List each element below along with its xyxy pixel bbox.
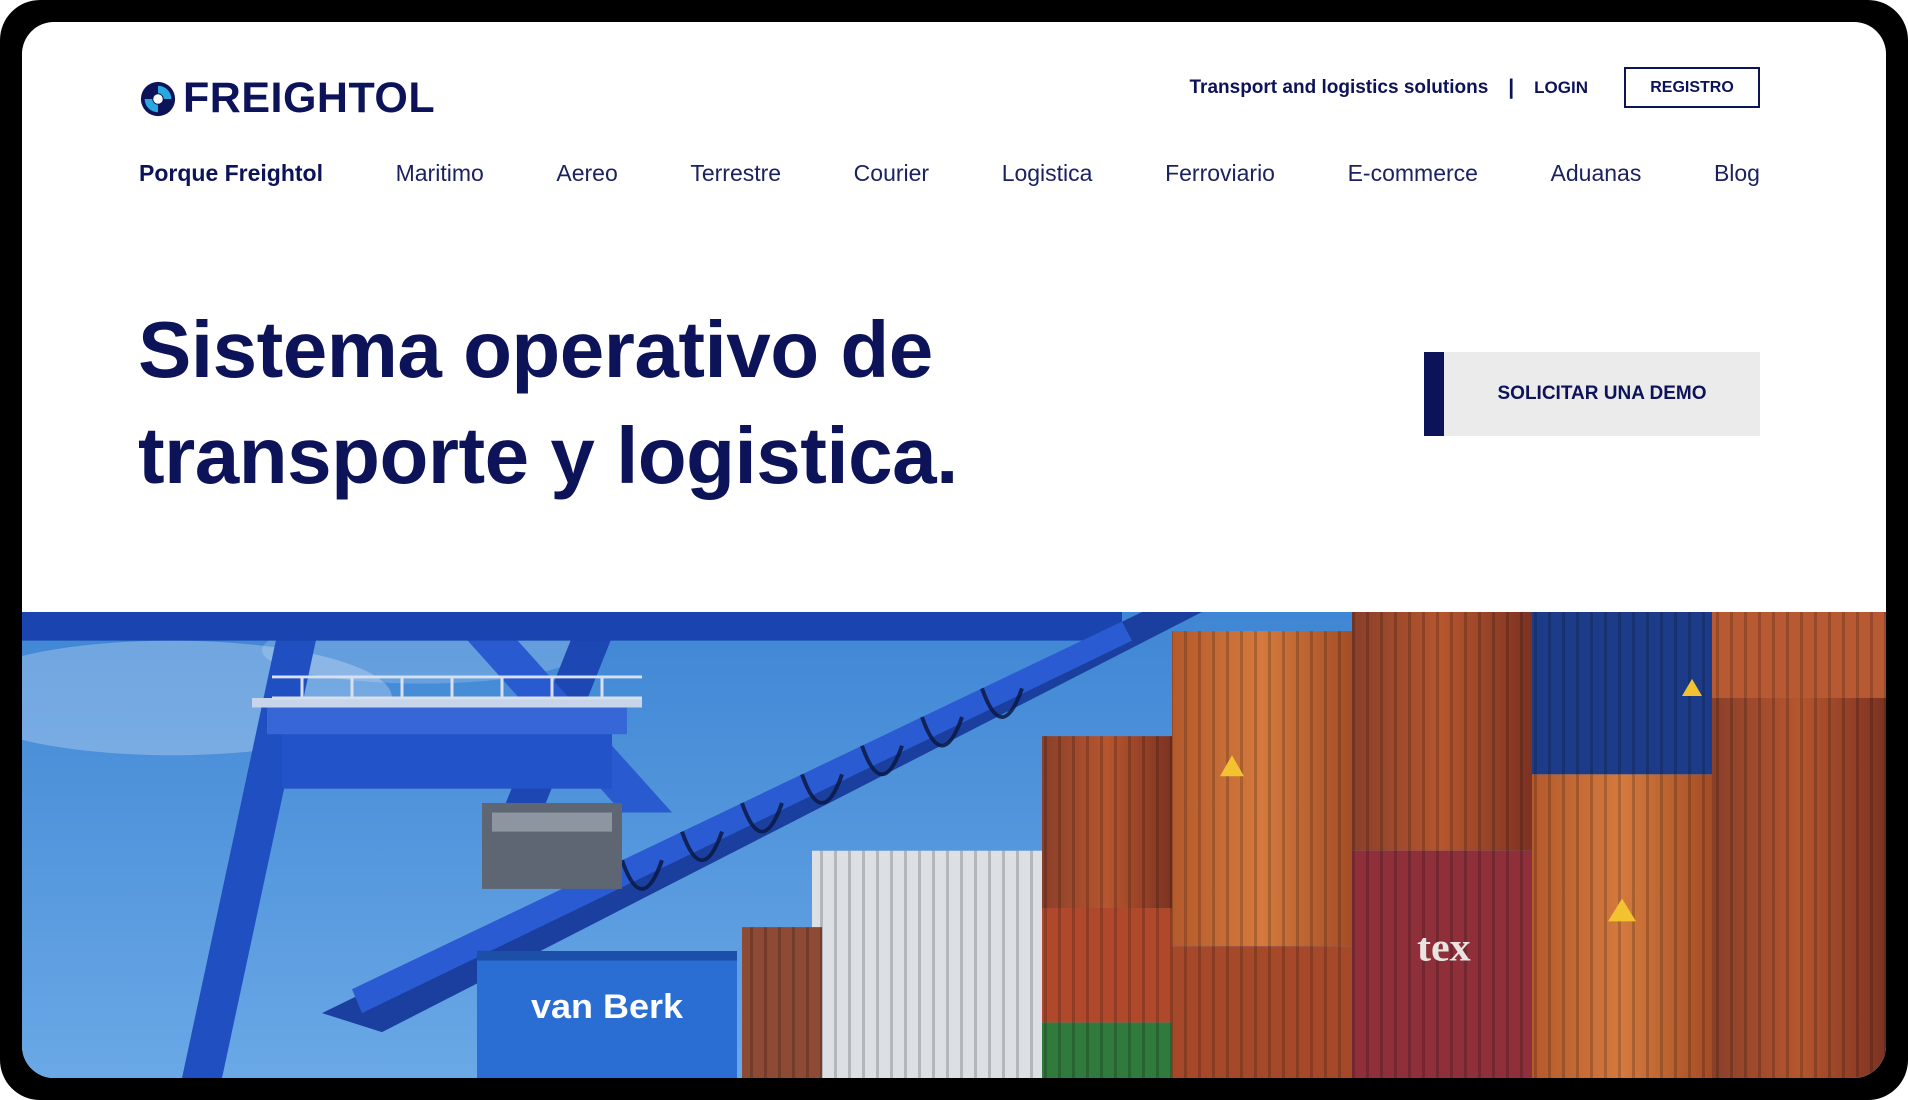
main-nav: Porque Freightol Maritimo Aereo Terrestr… [139,160,1760,187]
container-label-text: tex [1417,924,1471,969]
crane-sign-text: van Berk [531,988,683,1026]
hero-photo-illustration: van Berk tex [22,612,1886,1078]
nav-item-aduanas[interactable]: Aduanas [1551,160,1642,187]
nav-item-maritimo[interactable]: Maritimo [396,160,484,187]
brand-logo[interactable]: FREIGHTOL [139,74,435,123]
nav-item-ferroviario[interactable]: Ferroviario [1165,160,1275,187]
nav-item-aereo[interactable]: Aereo [556,160,617,187]
request-demo-button[interactable]: SOLICITAR UNA DEMO [1424,352,1760,436]
hero-title-line-1: Sistema operativo de [138,305,933,394]
separator: | [1508,75,1515,99]
nav-item-logistica[interactable]: Logistica [1002,160,1093,187]
hero-title: Sistema operativo de transporte y logist… [138,297,958,509]
port-container-crane-photo: van Berk tex [22,612,1886,1078]
nav-item-courier[interactable]: Courier [854,160,929,187]
freightol-swirl-logo-icon [140,81,176,116]
browser-viewport: FREIGHTOL Transport and logistics soluti… [22,22,1886,1078]
nav-item-terrestre[interactable]: Terrestre [690,160,781,187]
top-utility-links: Transport and logistics solutions | LOGI… [1190,67,1760,108]
nav-item-e-commerce[interactable]: E-commerce [1348,160,1478,187]
nav-item-blog[interactable]: Blog [1714,160,1760,187]
hero-title-line-2: transporte y logistica. [138,411,958,500]
register-button[interactable]: REGISTRO [1624,67,1760,108]
tagline-link[interactable]: Transport and logistics solutions [1190,77,1489,99]
brand-name: FREIGHTOL [183,74,436,122]
login-link[interactable]: LOGIN [1534,78,1588,98]
nav-item-porque-freightol[interactable]: Porque Freightol [139,160,323,187]
device-frame: FREIGHTOL Transport and logistics soluti… [0,0,1908,1100]
